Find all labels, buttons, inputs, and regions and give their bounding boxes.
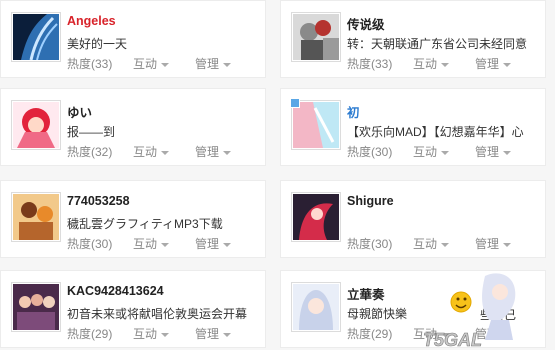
- post-title[interactable]: 美好的一天: [67, 35, 263, 52]
- chevron-down-icon: [503, 332, 512, 337]
- user-card: ゆい 报——到 热度(32) 互动 管理: [0, 88, 266, 166]
- card-grid: Angeles 美好的一天 热度(33) 互动 管理 传说级 转：天朝联通广东省公司…: [0, 0, 555, 350]
- username[interactable]: 初: [347, 102, 360, 121]
- avatar[interactable]: [291, 282, 341, 332]
- manage-dropdown[interactable]: 管理: [195, 325, 232, 342]
- avatar[interactable]: [11, 282, 61, 332]
- activity-dropdown[interactable]: 互动: [413, 55, 475, 72]
- chevron-down-icon: [503, 242, 512, 247]
- user-card: 传说级 转：天朝联通广东省公司未经同意 热度(33) 互动 管理: [280, 0, 546, 78]
- card-meta: 热度(29) 互动 管理: [347, 325, 512, 342]
- avatar[interactable]: [291, 192, 341, 242]
- card-meta: 热度(33) 互动 管理: [347, 55, 512, 72]
- chevron-down-icon: [161, 332, 170, 337]
- avatar-image: [13, 14, 59, 61]
- username[interactable]: 774053258: [67, 194, 130, 208]
- avatar[interactable]: [11, 12, 61, 62]
- card-meta: 热度(30) 互动 管理: [347, 143, 512, 160]
- activity-dropdown[interactable]: 互动: [133, 143, 195, 160]
- card-meta: 热度(32) 互动 管理: [67, 143, 232, 160]
- chevron-down-icon: [161, 62, 170, 67]
- avatar[interactable]: [11, 100, 61, 150]
- user-card: KAC9428413624 初音未来或将献唱伦敦奥运会开幕 热度(29) 互动 管理: [0, 270, 266, 348]
- heat-count: 热度(30): [347, 145, 393, 159]
- manage-dropdown[interactable]: 管理: [475, 143, 512, 160]
- post-title[interactable]: 转：天朝联通广东省公司未经同意: [347, 35, 543, 52]
- post-title[interactable]: 穢乱雲グラフィティMP3下载: [67, 215, 263, 232]
- chevron-down-icon: [441, 332, 450, 337]
- activity-dropdown[interactable]: 互动: [133, 325, 195, 342]
- chevron-down-icon: [223, 62, 232, 67]
- chevron-down-icon: [503, 62, 512, 67]
- heat-count: 热度(29): [347, 327, 393, 341]
- card-meta: 热度(29) 互动 管理: [67, 325, 232, 342]
- user-card: 初 【欢乐向MAD】【幻想嘉年华】心 热度(30) 互动 管理: [280, 88, 546, 166]
- avatar-image: [13, 102, 59, 148]
- chevron-down-icon: [441, 242, 450, 247]
- avatar-image: [293, 284, 339, 330]
- status-badge: [290, 98, 300, 108]
- chevron-down-icon: [161, 242, 170, 247]
- avatar-image: [293, 102, 339, 148]
- username[interactable]: 传说级: [347, 14, 385, 33]
- user-card: Angeles 美好的一天 热度(33) 互动 管理: [0, 0, 266, 78]
- user-card: Shigure 热度(30) 互动 管理: [280, 180, 546, 258]
- username[interactable]: Shigure: [347, 194, 394, 208]
- heat-count: 热度(29): [67, 327, 113, 341]
- heat-count: 热度(33): [347, 57, 393, 71]
- post-title[interactable]: 初音未来或将献唱伦敦奥运会开幕: [67, 305, 263, 322]
- avatar-image: [13, 284, 59, 330]
- username[interactable]: Angeles: [67, 14, 116, 28]
- manage-dropdown[interactable]: 管理: [475, 55, 512, 72]
- chevron-down-icon: [223, 150, 232, 155]
- avatar-image: [293, 14, 339, 60]
- manage-dropdown[interactable]: 管理: [195, 55, 232, 72]
- chevron-down-icon: [223, 242, 232, 247]
- user-card: 774053258 穢乱雲グラフィティMP3下载 热度(30) 互动 管理: [0, 180, 266, 258]
- avatar[interactable]: [11, 192, 61, 242]
- heat-count: 热度(32): [67, 145, 113, 159]
- heat-count: 热度(30): [347, 237, 393, 251]
- chevron-down-icon: [441, 62, 450, 67]
- username[interactable]: 立華奏: [347, 284, 385, 303]
- username[interactable]: ゆい: [67, 102, 92, 121]
- avatar[interactable]: [291, 12, 341, 62]
- activity-dropdown[interactable]: 互动: [413, 143, 475, 160]
- post-title: 些自己: [480, 308, 517, 322]
- chevron-down-icon: [161, 150, 170, 155]
- card-meta: 热度(30) 互动 管理: [67, 235, 232, 252]
- activity-dropdown[interactable]: 互动: [413, 235, 475, 252]
- card-meta: 热度(33) 互动 管理: [67, 55, 232, 72]
- post-title[interactable]: 报——到: [67, 123, 263, 140]
- post-title[interactable]: 【欢乐向MAD】【幻想嘉年华】心: [347, 123, 543, 140]
- activity-dropdown[interactable]: 互动: [413, 325, 475, 342]
- chevron-down-icon: [441, 150, 450, 155]
- card-meta: 热度(30) 互动 管理: [347, 235, 512, 252]
- activity-dropdown[interactable]: 互动: [133, 235, 195, 252]
- heat-count: 热度(33): [67, 57, 113, 71]
- manage-dropdown[interactable]: 管理: [475, 235, 512, 252]
- chevron-down-icon: [223, 332, 232, 337]
- username[interactable]: KAC9428413624: [67, 284, 164, 298]
- chevron-down-icon: [503, 150, 512, 155]
- manage-dropdown[interactable]: 管理: [195, 143, 232, 160]
- heat-count: 热度(30): [67, 237, 113, 251]
- manage-dropdown[interactable]: 管理: [195, 235, 232, 252]
- avatar-image: [293, 194, 339, 240]
- activity-dropdown[interactable]: 互动: [133, 55, 195, 72]
- avatar-image: [13, 194, 59, 240]
- manage-dropdown[interactable]: 管理: [475, 325, 512, 342]
